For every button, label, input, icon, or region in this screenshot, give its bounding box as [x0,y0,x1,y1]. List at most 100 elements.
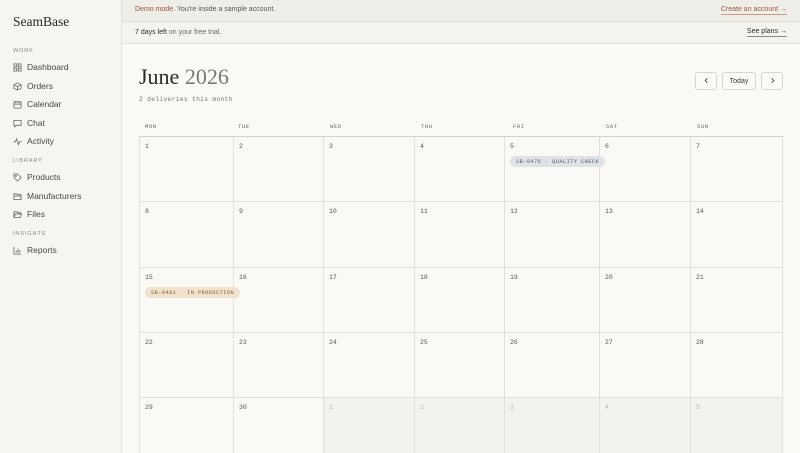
calendar-grid: 1 2 3 4 5 SB-0475 · QUALITY CHECK 6 7 8 9 10 11 12 13… [139,136,783,453]
calendar-day-cell[interactable]: 17 [324,268,415,333]
calendar-day-cell[interactable]: 9 [234,202,324,268]
weekday-header: THU [421,123,433,130]
sidebar-item-label: Products [27,172,61,182]
chevron-left-icon [703,77,710,86]
calendar-day-cell[interactable]: 30 [234,398,324,453]
day-number: 25 [420,339,428,346]
calendar-day-cell[interactable]: 2 [234,137,324,202]
month-label: June [139,64,180,89]
sidebar-item-dashboard[interactable]: Dashboard [13,60,69,74]
calendar-day-cell[interactable]: 19 [505,268,600,333]
activity-icon [13,137,22,146]
day-number: 23 [239,339,247,346]
calendar-day-cell[interactable]: 1 [324,398,415,453]
calendar-day-cell[interactable]: 5 SB-0475 · QUALITY CHECK [505,137,606,202]
calendar-day-cell[interactable]: 24 [324,333,415,398]
weekday-header: SUN [697,123,709,130]
sidebar-item-label: Manufacturers [27,191,82,201]
day-number: 4 [605,404,609,411]
day-number: 26 [510,339,518,346]
calendar-day-cell[interactable]: 4 [415,137,505,202]
grid-icon [13,62,22,72]
calendar-day-cell[interactable]: 16 [234,268,324,333]
day-number: 2 [420,404,424,411]
trial-banner-text: 7 days left on your free trial. [135,29,221,36]
calendar-day-cell[interactable]: 25 [415,333,505,398]
calendar-day-cell[interactable]: 18 [415,268,505,333]
demo-banner-text: Demo mode. You're inside a sample accoun… [135,6,275,13]
calendar-day-cell[interactable]: 1 [139,137,234,202]
sidebar-item-chat[interactable]: Chat [13,116,45,130]
demo-banner: Demo mode. You're inside a sample accoun… [122,0,800,22]
weekday-header: TUE [238,123,250,130]
see-plans-link[interactable]: See plans → [746,28,787,37]
calendar-day-cell[interactable]: 14 [691,202,783,268]
sidebar-item-files[interactable]: Files [13,207,45,221]
day-number: 22 [145,339,153,346]
calendar-day-cell[interactable]: 4 [600,398,691,453]
calendar-day-cell[interactable]: 13 [600,202,691,268]
calendar-day-cell[interactable]: 3 [324,137,415,202]
day-number: 19 [510,274,518,281]
day-number: 20 [605,274,613,281]
calendar-day-cell[interactable]: 10 [324,202,415,268]
calendar-day-cell[interactable]: 26 [505,333,600,398]
day-number: 27 [605,339,613,346]
year-label: 2026 [184,64,229,89]
day-number: 1 [329,404,333,411]
calendar-day-cell[interactable]: 29 [139,398,234,453]
sidebar-item-reports[interactable]: Reports [13,243,57,257]
app-logo[interactable]: SeamBase [13,14,69,30]
calendar-day-cell[interactable]: 21 [691,268,783,333]
weekday-header: MON [145,123,157,130]
bar-chart-icon [13,246,22,255]
calendar-day-cell[interactable]: 7 [691,137,783,202]
calendar-day-cell[interactable]: 2 [415,398,505,453]
section-label-work: WORK [13,48,34,54]
deliveries-summary: 2 deliveries this month [139,96,233,103]
demo-mode-label: Demo mode. [135,6,176,13]
sidebar-item-products[interactable]: Products [13,170,61,184]
calendar-day-cell[interactable]: 6 [600,137,691,202]
delivery-event-pill[interactable]: SB-0475 · QUALITY CHECK [510,156,606,167]
sidebar-item-activity[interactable]: Activity [13,134,54,148]
sidebar-item-orders[interactable]: Orders [13,79,53,93]
calendar-day-cell[interactable]: 3 [505,398,600,453]
calendar-day-cell[interactable]: 12 [505,202,600,268]
day-number: 5 [510,143,514,150]
day-number: 17 [329,274,337,281]
create-account-link[interactable]: Create an account → [720,6,787,15]
calendar-day-cell[interactable]: 8 [139,202,234,268]
prev-month-button[interactable] [695,72,717,90]
calendar-day-cell[interactable]: 15 SB-0481 · IN PRODUCTION [139,268,241,333]
day-number: 28 [696,339,704,346]
day-number: 11 [420,208,428,215]
weekday-header: FRI [513,123,525,130]
day-number: 15 [145,274,153,281]
chat-icon [13,119,22,128]
day-number: 18 [420,274,428,281]
today-button[interactable]: Today [722,72,756,90]
calendar-day-cell[interactable]: 11 [415,202,505,268]
day-number: 9 [239,208,243,215]
sidebar: SeamBase WORK Dashboard Orders Calendar … [0,0,122,453]
day-number: 16 [239,274,247,281]
tag-icon [13,172,22,182]
day-number: 12 [510,208,518,215]
calendar-day-cell[interactable]: 22 [139,333,234,398]
calendar-day-cell[interactable]: 5 [691,398,783,453]
calendar-day-cell[interactable]: 23 [234,333,324,398]
calendar-day-cell[interactable]: 27 [600,333,691,398]
folder-open-icon [13,210,22,219]
sidebar-item-manufacturers[interactable]: Manufacturers [13,189,81,203]
delivery-event-pill[interactable]: SB-0481 · IN PRODUCTION [145,287,241,298]
sidebar-item-label: Reports [27,245,57,255]
day-number: 24 [329,339,337,346]
page-title: June 2026 [139,64,229,90]
calendar-day-cell[interactable]: 28 [691,333,783,398]
calendar-day-cell[interactable]: 20 [600,268,691,333]
sidebar-item-label: Dashboard [27,62,69,72]
sidebar-item-calendar[interactable]: Calendar [13,97,62,111]
day-number: 4 [420,143,424,150]
next-month-button[interactable] [761,72,783,90]
